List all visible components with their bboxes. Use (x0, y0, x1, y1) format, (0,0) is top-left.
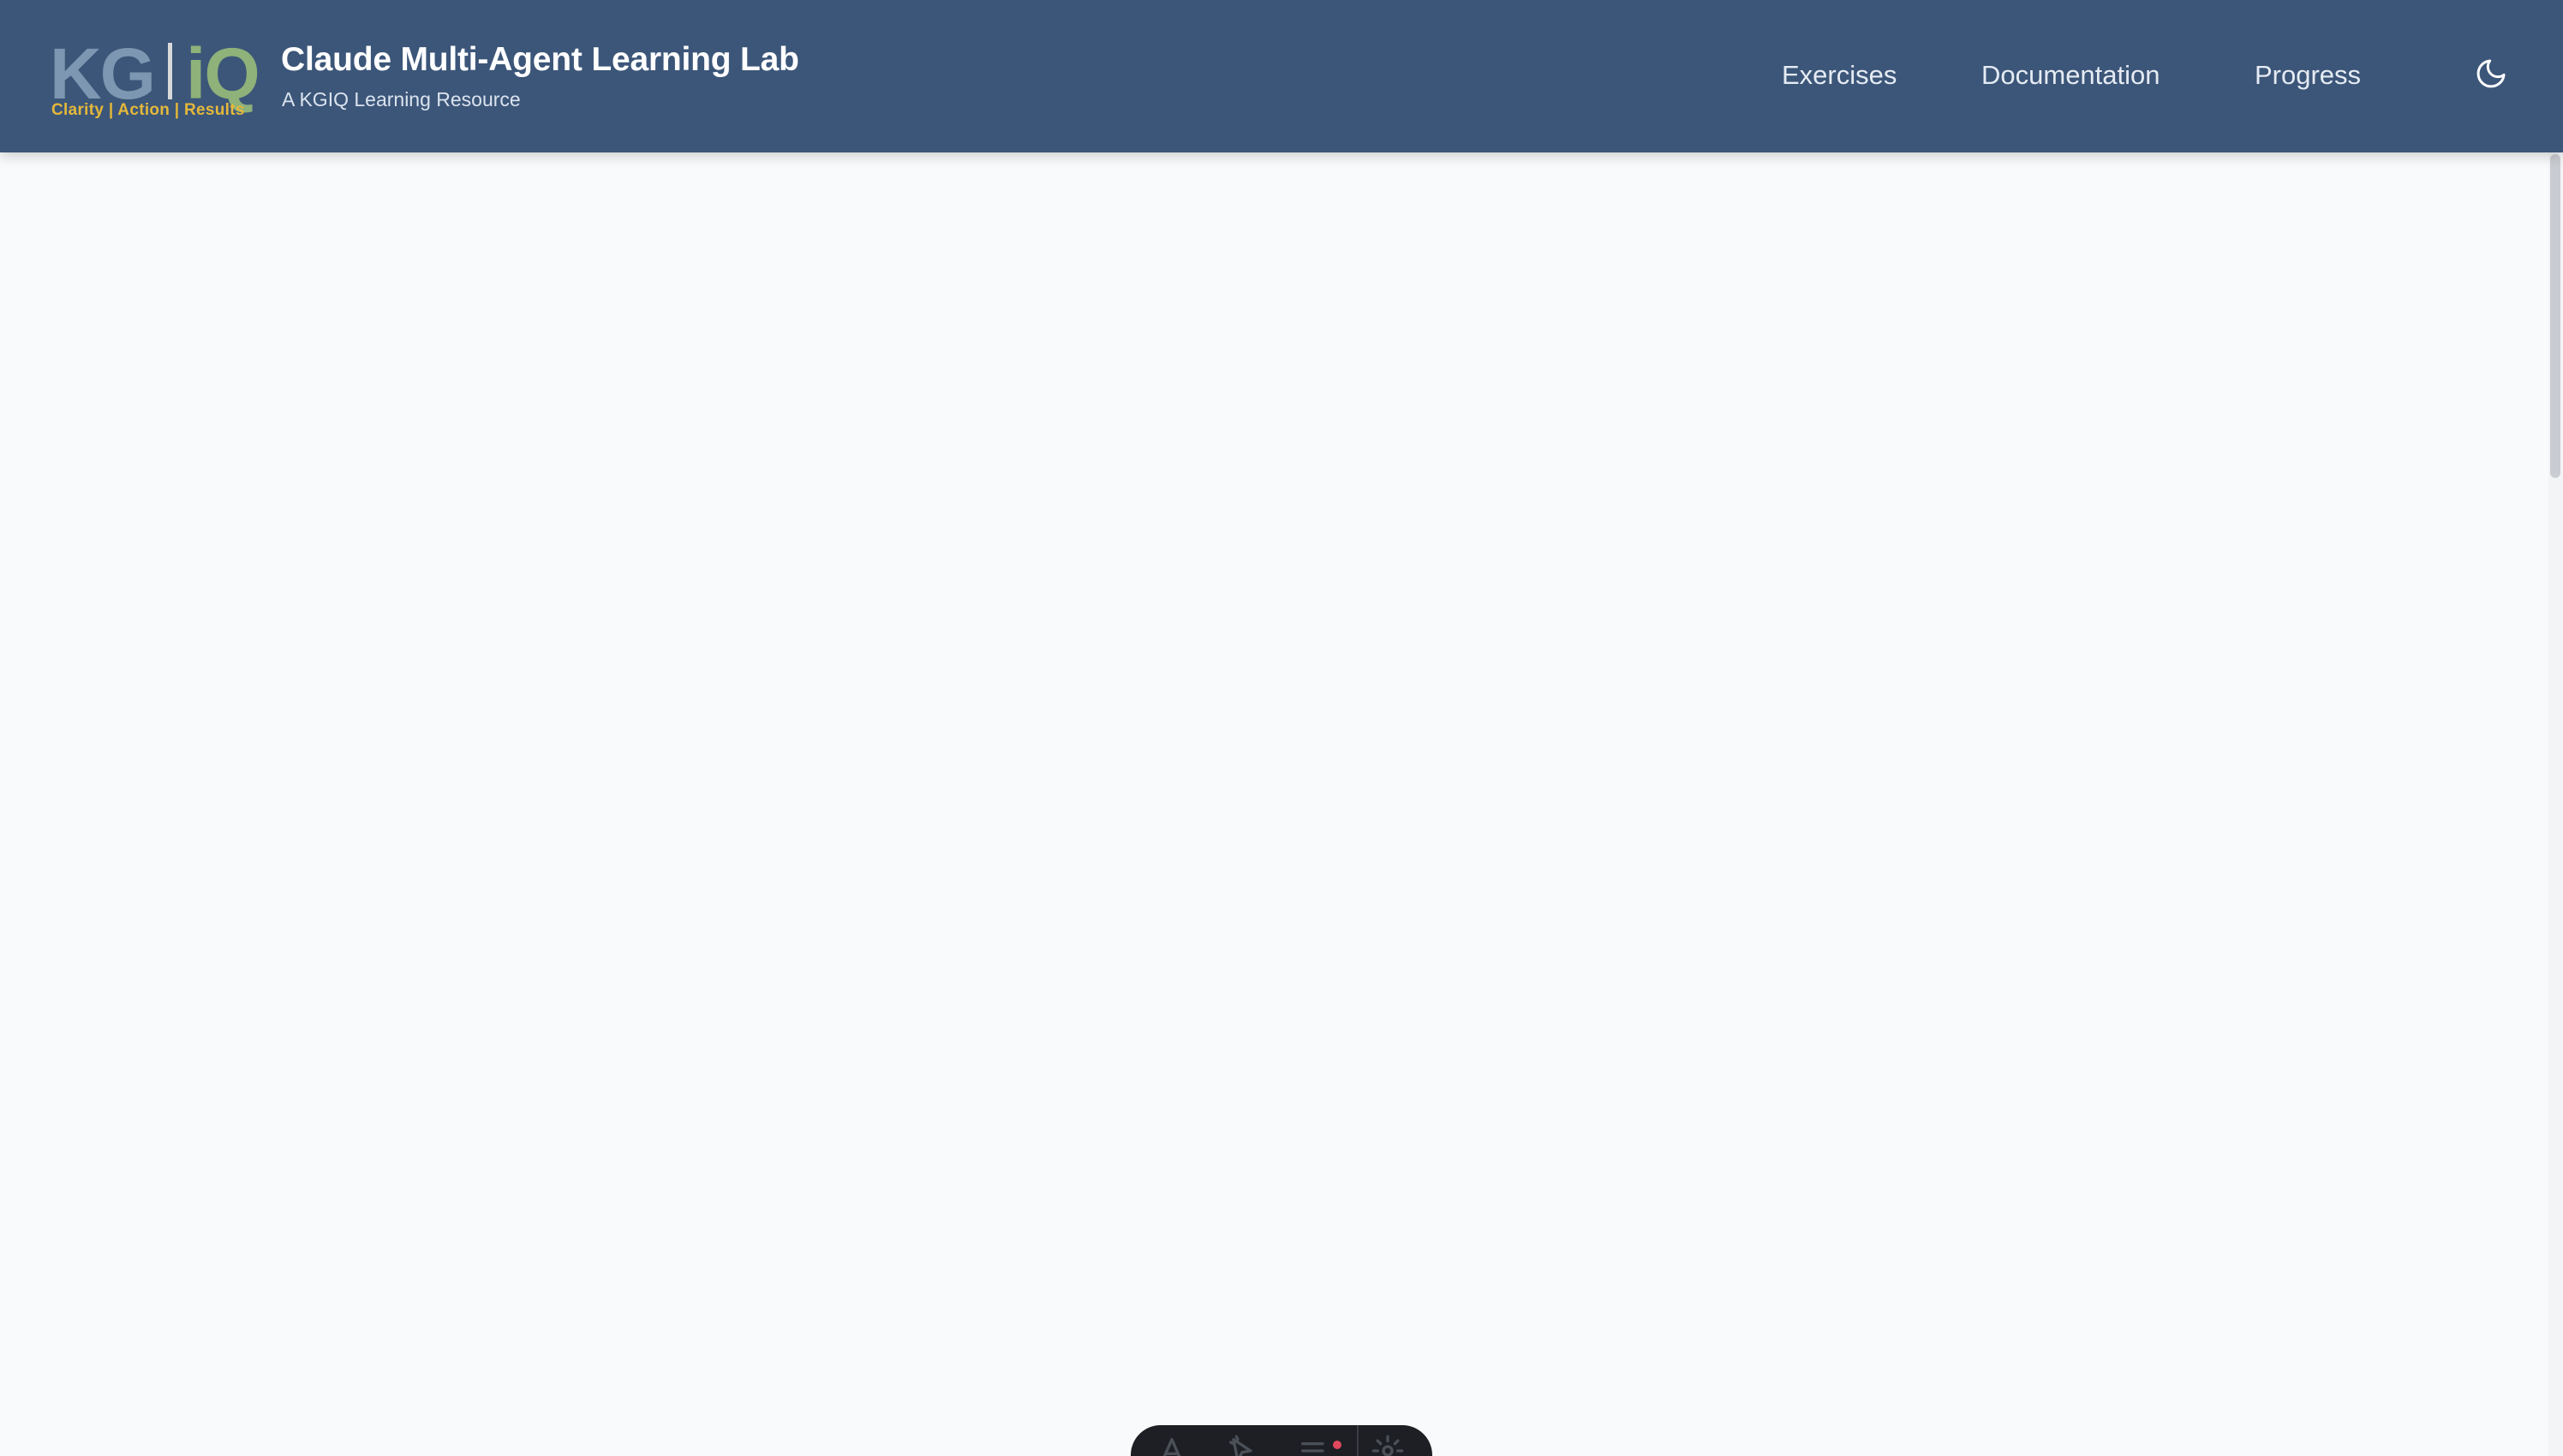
logo-iq-text: iQ (186, 33, 260, 114)
moon-icon (2476, 59, 2506, 88)
logo-tagline: Clarity | Action | Results (51, 101, 245, 119)
top-header: KG iQ Clarity | Action | Results Claude … (0, 0, 2563, 152)
a-text-icon[interactable] (1155, 1434, 1189, 1456)
main-content (0, 152, 2548, 1456)
kgiq-logo[interactable]: KG iQ Clarity | Action | Results (50, 33, 260, 123)
menu-notification-icon[interactable] (1297, 1434, 1331, 1456)
logo-wordmark: KG iQ (50, 33, 260, 114)
nav-progress[interactable]: Progress (2255, 60, 2361, 91)
page-subtitle: A KGIQ Learning Resource (282, 88, 521, 110)
gear-icon[interactable] (1371, 1434, 1405, 1456)
scrollbar-thumb[interactable] (2550, 154, 2560, 478)
floating-toolbar (1131, 1425, 1432, 1456)
cursor-icon[interactable] (1225, 1434, 1259, 1456)
theme-toggle-button[interactable] (2474, 57, 2508, 91)
logo-separator (168, 43, 172, 99)
toolbar-divider (1357, 1425, 1359, 1456)
notification-badge (1333, 1441, 1341, 1449)
logo-kg-text: KG (50, 33, 156, 114)
page: KG iQ Clarity | Action | Results Claude … (0, 0, 2563, 1456)
nav-exercises[interactable]: Exercises (1782, 60, 1897, 91)
page-title[interactable]: Claude Multi-Agent Learning Lab (281, 41, 799, 79)
nav-documentation[interactable]: Documentation (1981, 60, 2160, 91)
